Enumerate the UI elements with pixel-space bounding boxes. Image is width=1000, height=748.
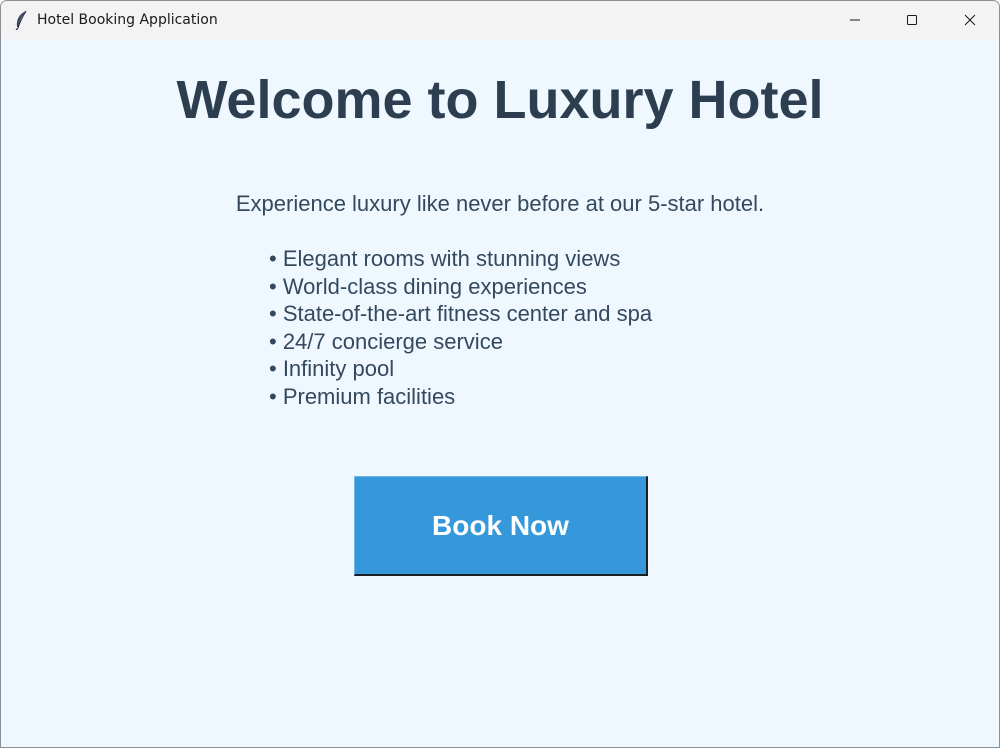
book-now-button[interactable]: Book Now bbox=[354, 476, 648, 576]
minimize-icon bbox=[849, 14, 861, 26]
close-button[interactable] bbox=[941, 1, 999, 39]
maximize-button[interactable] bbox=[883, 1, 941, 39]
minimize-button[interactable] bbox=[826, 1, 884, 39]
title-bar[interactable]: Hotel Booking Application bbox=[1, 1, 999, 39]
feature-list: • Elegant rooms with stunning views • Wo… bbox=[269, 245, 652, 410]
feature-item: • World-class dining experiences bbox=[269, 273, 587, 299]
feature-item: • 24/7 concierge service bbox=[269, 328, 503, 354]
close-icon bbox=[964, 14, 976, 26]
feature-item: • Elegant rooms with stunning views bbox=[269, 246, 621, 271]
feather-icon bbox=[13, 10, 31, 31]
maximize-icon bbox=[906, 14, 918, 26]
app-window: Hotel Booking Application Welcome to Lux… bbox=[0, 0, 1000, 748]
hotel-description: Experience luxury like never before at o… bbox=[235, 191, 765, 216]
feature-item: • Infinity pool bbox=[269, 356, 395, 381]
feature-item: • Premium facilities bbox=[269, 383, 456, 409]
window-title: Hotel Booking Application bbox=[37, 12, 218, 28]
main-content: Welcome to Luxury Hotel Experience luxur… bbox=[1, 39, 999, 747]
feature-item: • State-of-the-art fitness center and sp… bbox=[269, 301, 653, 326]
page-title: Welcome to Luxury Hotel bbox=[176, 70, 824, 130]
